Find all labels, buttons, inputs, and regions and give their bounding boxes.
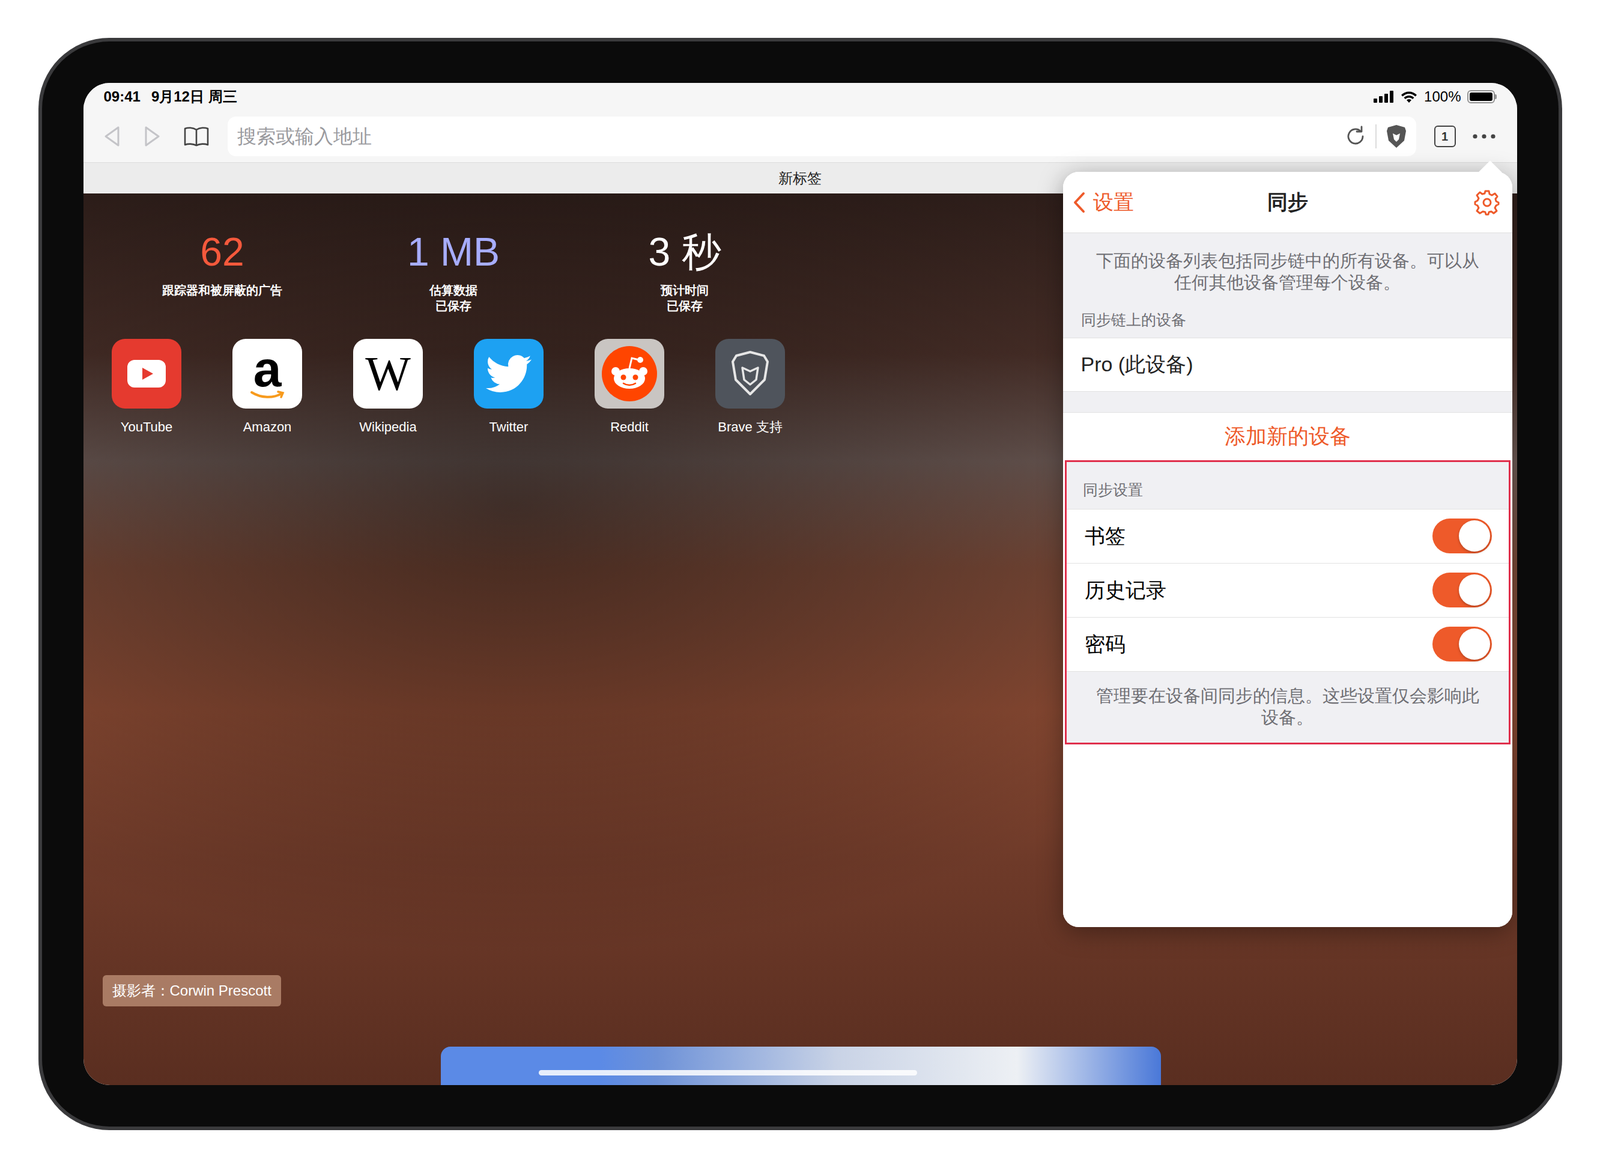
toolbar: 1: [83, 110, 1518, 163]
toggle-knob: [1458, 628, 1491, 660]
stat-label: 已保存: [435, 299, 472, 313]
favorite-label: Wikipedia: [359, 419, 417, 435]
gear-icon[interactable]: [1473, 189, 1501, 216]
sync-setting-row[interactable]: 历史记录: [1066, 562, 1509, 617]
reddit-icon: [594, 338, 665, 409]
favorite-label: Twitter: [489, 419, 529, 435]
stat-value: 3 秒: [648, 231, 721, 272]
logo-glyph: a: [253, 347, 282, 390]
favorite-label: Brave 支持: [717, 419, 783, 435]
back-button[interactable]: 设置: [1072, 186, 1193, 218]
back-arrow-icon: [102, 125, 122, 148]
signal-icon: [1373, 90, 1394, 103]
favorite-tile[interactable]: Twitter: [448, 338, 570, 437]
menu-button[interactable]: [1469, 123, 1500, 150]
setting-label: 密码: [1084, 628, 1126, 660]
wifi-icon: [1400, 90, 1419, 104]
stat-value: 1 MB: [407, 231, 500, 272]
sync-setting-row[interactable]: 密码: [1066, 616, 1509, 671]
brave-lion-icon: [715, 338, 785, 409]
device-name: Pro (此设备): [1081, 348, 1194, 380]
tab[interactable]: 新标签: [766, 167, 834, 190]
section-header: 同步设置: [1082, 478, 1143, 502]
stat: 62 跟踪器和被屏蔽的广告: [106, 231, 339, 314]
back-button[interactable]: [99, 123, 126, 150]
stat-label: 预计时间: [660, 283, 709, 297]
logo-glyph: W: [365, 349, 411, 398]
battery-icon: [1467, 90, 1497, 104]
section-footer: 管理要在设备间同步的信息。这些设置仅会影响此设备。: [1093, 684, 1483, 728]
favorite-label: Reddit: [610, 419, 649, 435]
stat: 3 秒预计时间已保存: [569, 231, 801, 314]
section-header: 同步链上的设备: [1081, 311, 1187, 328]
amazon-icon: a: [232, 338, 303, 409]
battery-percent: 100%: [1424, 85, 1461, 108]
tab-count: 1: [1441, 130, 1449, 143]
clock: 09:41: [103, 85, 141, 108]
toggle-knob: [1458, 574, 1491, 606]
favorite-tile[interactable]: Reddit: [569, 338, 691, 437]
ipad-frame: 09:41 9月12日 周三 100% 1 新标签 62 跟踪器和被屏蔽的广告 1 MB 估算数…: [38, 37, 1563, 1130]
add-device-button[interactable]: 添加新的设备: [1063, 412, 1513, 461]
sync-popover: 设置 同步下面的设备列表包括同步链中的所有设备。可以从任何其他设备管理每个设备。同…: [1063, 171, 1513, 927]
bookmarks-button[interactable]: [178, 123, 215, 150]
news-card[interactable]: [440, 1046, 1161, 1085]
toggle-switch[interactable]: [1432, 572, 1492, 608]
back-label: 设置: [1093, 186, 1134, 218]
wikipedia-icon: W: [353, 338, 423, 409]
favorite-tile[interactable]: a Amazon: [207, 338, 328, 437]
address-bar[interactable]: [227, 116, 1417, 157]
forward-button[interactable]: [138, 123, 166, 150]
book-icon: [183, 126, 210, 147]
tabs-button[interactable]: 1: [1434, 125, 1456, 148]
add-device-label: 添加新的设备: [1224, 420, 1351, 453]
panel-header: 设置 同步: [1063, 171, 1513, 234]
toggle-knob: [1458, 520, 1491, 552]
panel-title: 同步: [1267, 186, 1309, 218]
battery-fill: [1469, 92, 1493, 101]
reload-icon[interactable]: [1344, 124, 1367, 148]
address-input[interactable]: [237, 121, 1336, 151]
brave-shield-icon[interactable]: [1384, 123, 1408, 149]
date: 9月12日 周三: [151, 85, 238, 108]
sync-setting-row[interactable]: 书签: [1066, 508, 1509, 563]
toggle-switch[interactable]: [1432, 518, 1492, 554]
stat-label: 估算数据: [429, 283, 478, 297]
favorite-label: YouTube: [120, 419, 173, 435]
youtube-icon: [111, 338, 182, 409]
setting-label: 历史记录: [1084, 574, 1167, 606]
photo-credit-text: 摄影者：Corwin Prescott: [112, 981, 272, 999]
more-dots-icon: [1472, 133, 1497, 140]
setting-label: 书签: [1084, 520, 1126, 552]
forward-arrow-icon: [142, 125, 162, 148]
screen: 09:41 9月12日 周三 100% 1 新标签 62 跟踪器和被屏蔽的广告 1 MB 估算数…: [83, 82, 1518, 1085]
description: 下面的设备列表包括同步链中的所有设备。可以从任何其他设备管理每个设备。: [1093, 249, 1483, 294]
toggle-switch[interactable]: [1432, 626, 1492, 662]
stat-label: 已保存: [666, 299, 703, 313]
favorite-tile[interactable]: YouTube: [86, 338, 208, 437]
highlight-box: 同步设置书签历史记录密码管理要在设备间同步的信息。这些设置仅会影响此设备。: [1064, 460, 1511, 745]
favorite-label: Amazon: [243, 419, 292, 435]
twitter-icon: [473, 338, 544, 409]
device-row[interactable]: Pro (此设备): [1063, 337, 1513, 392]
status-bar: 09:41 9月12日 周三 100%: [83, 82, 1518, 111]
chevron-left-icon: [1072, 191, 1086, 214]
stat-value: 62: [200, 231, 244, 272]
photo-credit[interactable]: 摄影者：Corwin Prescott: [102, 974, 282, 1007]
home-indicator: [538, 1069, 918, 1076]
favorite-tile[interactable]: W Wikipedia: [327, 338, 449, 437]
stat: 1 MB 估算数据已保存: [338, 231, 570, 314]
tab-title: 新标签: [778, 169, 822, 187]
stat-label: 跟踪器和被屏蔽的广告: [162, 283, 283, 297]
favorite-tile[interactable]: Brave 支持: [690, 338, 811, 437]
